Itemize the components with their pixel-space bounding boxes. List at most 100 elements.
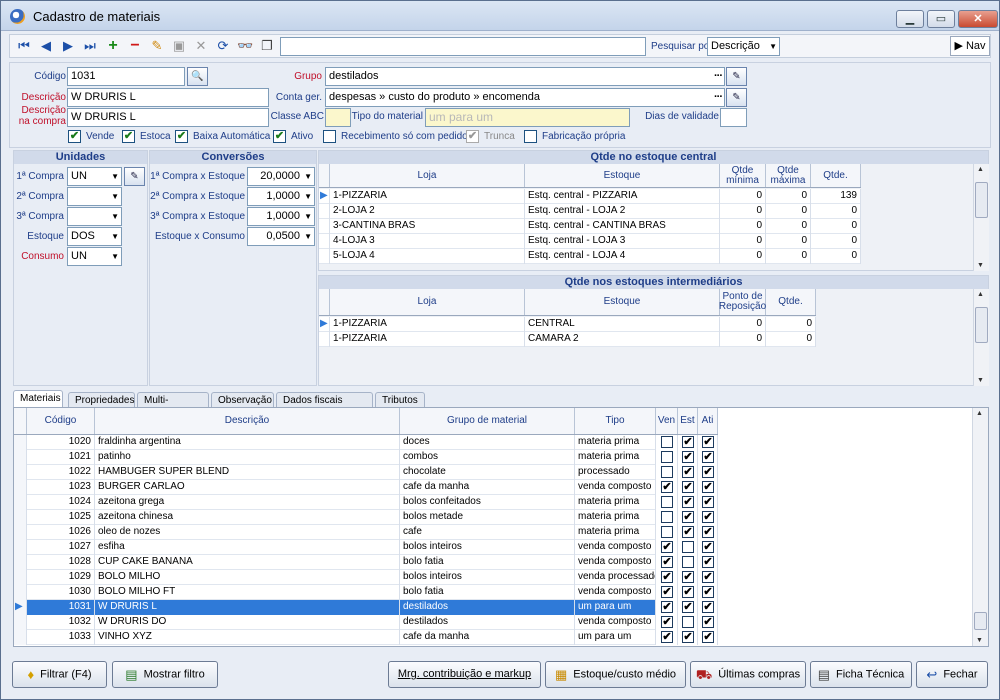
table-row[interactable]: 1022 HAMBUGER SUPER BLEND chocolate process… — [14, 465, 718, 480]
recebimento-pedido-checkbox[interactable]: Recebimento só com pedido — [323, 130, 468, 143]
scroll-down-icon[interactable]: ▼ — [977, 262, 984, 269]
ati-checkbox[interactable]: ✔ — [702, 631, 714, 643]
table-row[interactable]: 1025 azeitona chinesa bolos metade materia … — [14, 510, 718, 525]
scroll-up-icon[interactable]: ▲ — [976, 410, 983, 417]
col-codigo[interactable]: Código — [27, 408, 95, 434]
fabricacao-propria-checkbox[interactable]: Fabricação própria — [524, 130, 625, 143]
ati-checkbox[interactable]: ✔ — [702, 526, 714, 538]
copy-icon[interactable]: ❐ — [259, 38, 275, 54]
table-row[interactable]: 1029 BOLO MILHO bolos inteiros venda proces… — [14, 570, 718, 585]
trunca-checkbox[interactable]: ✔ Trunca — [466, 130, 515, 143]
table-row[interactable]: 1024 azeitona grega bolos confeitados mater… — [14, 495, 718, 510]
est-checkbox[interactable] — [682, 541, 694, 553]
est-checkbox[interactable]: ✔ — [682, 436, 694, 448]
table-row[interactable]: 1032 W DRURIS DO destilados venda composto ✔… — [14, 615, 718, 630]
mostrar-filtro-button[interactable]: ▤ Mostrar filtro — [112, 661, 218, 688]
ven-checkbox[interactable] — [661, 436, 673, 448]
tab-tributos[interactable]: Tributos — [375, 392, 425, 408]
ati-checkbox[interactable]: ✔ — [702, 466, 714, 478]
conta-field[interactable]: despesas » custo do produto » encomenda ·… — [325, 88, 725, 107]
prev-record-icon[interactable]: ◀ — [38, 38, 54, 54]
ven-checkbox[interactable]: ✔ — [661, 601, 673, 613]
cancel-edit-icon[interactable]: ✕ — [193, 38, 209, 54]
est-checkbox[interactable]: ✔ — [682, 631, 694, 643]
baixa-automatica-checkbox[interactable]: ✔ Baixa Automática — [175, 130, 270, 143]
table-row[interactable]: ▶ 1-PIZZARIA CENTRAL 0 0 — [319, 317, 816, 332]
conv3-select[interactable]: 1,0000 ▼ — [247, 207, 315, 226]
search-by-select[interactable]: Descrição ▼ — [707, 37, 780, 56]
col-est[interactable]: Est — [678, 408, 698, 434]
add-record-icon[interactable]: + — [105, 38, 121, 54]
ven-checkbox[interactable] — [661, 526, 673, 538]
est-checkbox[interactable] — [682, 616, 694, 628]
ati-checkbox[interactable]: ✔ — [702, 571, 714, 583]
desc-compra-field[interactable]: W DRURIS L — [67, 108, 269, 127]
filtrar-button[interactable]: ♦ Filtrar (F4) — [12, 661, 107, 688]
compra3-select[interactable]: ▼ — [67, 207, 122, 226]
table-row[interactable]: 1021 patinho combos materia prima ✔ ✔ — [14, 450, 718, 465]
delete-record-icon[interactable]: − — [127, 38, 143, 54]
ven-checkbox[interactable]: ✔ — [661, 616, 673, 628]
col-descricao[interactable]: Descrição — [95, 408, 400, 434]
next-record-icon[interactable]: ▶ — [60, 38, 76, 54]
grupo-field[interactable]: destilados ··· — [325, 67, 725, 86]
scroll-down-icon[interactable]: ▼ — [976, 637, 983, 644]
binoculars-icon[interactable]: 👓 — [237, 38, 253, 54]
estoque-inter-scrollbar[interactable]: ▲ ▼ — [973, 289, 989, 386]
ati-checkbox[interactable]: ✔ — [702, 556, 714, 568]
scroll-down-icon[interactable]: ▼ — [977, 377, 984, 384]
scroll-thumb[interactable] — [975, 307, 988, 343]
vende-checkbox[interactable]: ✔ Vende — [68, 130, 114, 143]
table-row[interactable]: 1028 CUP CAKE BANANA bolo fatia venda compo… — [14, 555, 718, 570]
save-record-icon[interactable]: ▣ — [171, 38, 187, 54]
ven-checkbox[interactable] — [661, 451, 673, 463]
scroll-up-icon[interactable]: ▲ — [977, 166, 984, 173]
table-row[interactable]: ▶ 1-PIZZARIA Estq. central - PIZZARIA 0 0 139 — [319, 189, 861, 204]
table-row[interactable]: 1033 VINHO XYZ cafe da manha um para um ✔ ✔ ✔ — [14, 630, 718, 645]
table-row[interactable]: 2-LOJA 2 Estq. central - LOJA 2000 — [319, 204, 861, 219]
estoque-custo-button[interactable]: ▦ Estoque/custo médio — [545, 661, 686, 688]
search-input[interactable] — [280, 37, 646, 56]
est-checkbox[interactable]: ✔ — [682, 496, 694, 508]
ficha-tecnica-button[interactable]: ▤ Ficha Técnica — [810, 661, 912, 688]
table-row[interactable]: 1030 BOLO MILHO FT bolo fatia venda compost… — [14, 585, 718, 600]
ati-checkbox[interactable]: ✔ — [702, 541, 714, 553]
ven-checkbox[interactable]: ✔ — [661, 586, 673, 598]
ati-checkbox[interactable]: ✔ — [702, 601, 714, 613]
ultimas-compras-button[interactable]: ⛟ Últimas compras — [690, 661, 806, 688]
scroll-thumb[interactable] — [974, 612, 987, 630]
edit-grupo-button[interactable]: ✎ — [726, 67, 747, 86]
ati-checkbox[interactable]: ✔ — [702, 481, 714, 493]
est-checkbox[interactable]: ✔ — [682, 511, 694, 523]
maximize-button[interactable]: ▭ — [927, 10, 955, 28]
ven-checkbox[interactable] — [661, 511, 673, 523]
consumo-select[interactable]: UN ▼ — [67, 247, 122, 266]
dias-validade-field[interactable] — [720, 108, 747, 127]
ati-checkbox[interactable]: ✔ — [702, 511, 714, 523]
est-checkbox[interactable]: ✔ — [682, 466, 694, 478]
est-checkbox[interactable]: ✔ — [682, 526, 694, 538]
table-row[interactable]: 1-PIZZARIA CAMARA 200 — [319, 332, 816, 347]
estoque-central-scrollbar[interactable]: ▲ ▼ — [973, 164, 989, 271]
ati-checkbox[interactable]: ✔ — [702, 616, 714, 628]
ven-checkbox[interactable] — [661, 496, 673, 508]
ati-checkbox[interactable]: ✔ — [702, 586, 714, 598]
estoca-checkbox[interactable]: ✔ Estoca — [122, 130, 171, 143]
ven-checkbox[interactable]: ✔ — [661, 556, 673, 568]
table-row[interactable]: 1027 esfiha bolos inteiros venda composto ✔ ✔ — [14, 540, 718, 555]
first-record-icon[interactable]: ⏮ — [16, 38, 32, 54]
compra1-select[interactable]: UN ▼ — [67, 167, 122, 186]
descricao-field[interactable]: W DRURIS L — [67, 88, 269, 107]
minimize-button[interactable]: ▁ — [896, 10, 924, 28]
est-checkbox[interactable]: ✔ — [682, 601, 694, 613]
ati-checkbox[interactable]: ✔ — [702, 496, 714, 508]
ven-checkbox[interactable] — [661, 466, 673, 478]
est-checkbox[interactable]: ✔ — [682, 571, 694, 583]
ativo-checkbox[interactable]: ✔ Ativo — [273, 130, 313, 143]
tab-materiais[interactable]: Materiais — [13, 390, 63, 408]
table-row[interactable]: 1023 BURGER CARLAO cafe da manha venda comp… — [14, 480, 718, 495]
tab-multi-estoque[interactable]: Multi-Estoque — [137, 392, 209, 421]
table-row[interactable]: 5-LOJA 4 Estq. central - LOJA 4000 — [319, 249, 861, 264]
ven-checkbox[interactable]: ✔ — [661, 481, 673, 493]
refresh-icon[interactable]: ⟳ — [215, 38, 231, 54]
